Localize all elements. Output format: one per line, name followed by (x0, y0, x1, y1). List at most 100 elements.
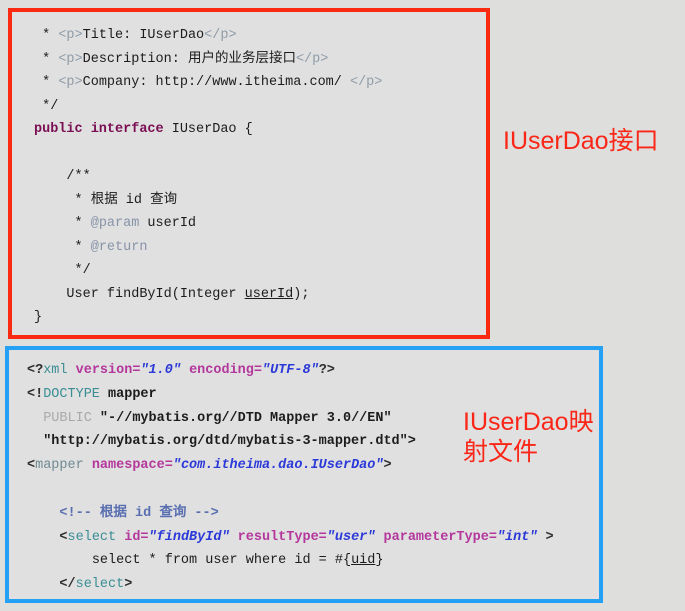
java-code-lines: * <p>Title: IUserDao</p> * <p>Descriptio… (12, 24, 486, 330)
code-token: * (34, 216, 91, 231)
code-token: "findById" (148, 529, 230, 545)
code-token: User findById(Integer (66, 286, 245, 302)
java-line-j1: * <p>Title: IUserDao</p> (12, 24, 486, 48)
code-token: PUBLIC (43, 410, 100, 426)
xml-code-lines: <?xml version="1.0" encoding="UTF-8"?> <!… (9, 359, 599, 603)
code-token: } (375, 553, 384, 569)
code-token: version= (75, 363, 141, 378)
code-token: </ (59, 577, 76, 593)
java-line-j6 (12, 142, 486, 166)
java-line-j4: */ (12, 95, 486, 119)
java-interface-code-block: * <p>Title: IUserDao</p> * <p>Descriptio… (8, 8, 490, 339)
code-token: </p> (204, 28, 237, 43)
java-line-j8: * 根据 id 查询 (12, 189, 486, 213)
clipped-text-remnant (96, 0, 106, 7)
code-token: <p> (58, 28, 83, 43)
code-token: * (34, 51, 59, 67)
java-line-j3: * <p>Company: http://www.itheima.com/ </… (12, 71, 486, 95)
xml-line-x2: <!DOCTYPE mapper (9, 383, 599, 407)
code-token: > (537, 529, 554, 545)
code-token: userId (139, 216, 197, 231)
code-token: Description: 用户的业务层接口 (82, 51, 296, 67)
code-token: * (34, 28, 59, 43)
code-token: < (59, 529, 68, 545)
code-token: select * from user where id = #{ (91, 553, 352, 569)
screenshot-canvas: * <p>Title: IUserDao</p> * <p>Descriptio… (0, 0, 685, 611)
xml-line-x9: select * from user where id = #{uid} (9, 549, 599, 573)
code-token: </p> (349, 75, 383, 90)
code-token: select (75, 577, 125, 593)
code-token: > (92, 601, 100, 603)
code-token: Company: http://www.itheima.com/ (82, 75, 350, 90)
code-token: * (34, 75, 59, 90)
code-token: "user" (326, 529, 376, 545)
code-token: */ (34, 263, 91, 278)
code-token: @return (90, 239, 148, 255)
code-token: userId (244, 286, 294, 302)
java-line-j10: * @return (12, 236, 486, 260)
xml-line-x7: <!-- 根据 id 查询 --> (9, 502, 599, 526)
java-line-j5: public interface IUserDao { (12, 118, 486, 142)
code-token: "-//mybatis.org//DTD Mapper 3.0//EN" (99, 410, 392, 426)
java-line-j13: } (12, 306, 486, 330)
code-token: "int" (496, 529, 538, 545)
code-token: */ (34, 98, 59, 114)
code-token: * (34, 239, 91, 255)
code-token: * 根据 id 查询 (34, 192, 178, 208)
code-token: Title: IUserDao (82, 28, 205, 43)
code-token: < (27, 458, 36, 474)
annotation-label-interface: IUserDao接口 (503, 127, 659, 155)
code-token: </ (27, 601, 43, 603)
code-token: namespace= (91, 458, 173, 474)
code-token: IUserDao { (163, 122, 253, 137)
xml-line-x10: </select> (9, 573, 599, 597)
code-token: encoding= (189, 363, 262, 378)
code-token: <? (27, 363, 44, 378)
java-line-j7: /** (12, 165, 486, 189)
code-token: <p> (58, 75, 83, 90)
xml-line-x6 (9, 478, 599, 502)
code-token: resultType= (237, 529, 327, 545)
java-line-j9: * @param userId (12, 212, 486, 236)
xml-line-x1: <?xml version="1.0" encoding="UTF-8"?> (9, 359, 599, 383)
code-token: mapper (35, 458, 84, 474)
code-token: > (383, 458, 392, 474)
code-token: <!-- 根据 id 查询 --> (59, 505, 219, 521)
code-token: mapper (99, 386, 157, 402)
code-token: "UTF-8" (261, 363, 319, 378)
java-line-j11: */ (12, 259, 486, 283)
java-line-j12: User findById(Integer userId); (12, 283, 486, 307)
code-token: id= (124, 529, 149, 545)
code-token: ); (293, 286, 310, 302)
code-token: </p> (295, 51, 329, 67)
code-token: xml (43, 363, 68, 378)
code-token: "http://mybatis.org/dtd/mybatis-3-mapper… (43, 434, 416, 450)
code-token: <! (27, 386, 44, 402)
code-token: /** (34, 169, 91, 184)
code-token: <p> (58, 51, 83, 67)
code-token: mapper (43, 601, 92, 603)
code-token: "1.0" (140, 363, 181, 378)
code-token: public interface (34, 122, 164, 137)
code-token: uid (351, 553, 376, 569)
code-token: "com.itheima.dao.IUserDao" (172, 458, 384, 474)
code-token: ?> (318, 363, 335, 378)
xml-line-x8: <select id="findById" resultType="user" … (9, 526, 599, 550)
xml-line-x11: </mapper> (9, 597, 599, 603)
java-line-j2: * <p>Description: 用户的业务层接口</p> (12, 48, 486, 72)
code-token: DOCTYPE (43, 386, 100, 402)
code-token: @param (90, 216, 140, 231)
xml-mapper-code-block: <?xml version="1.0" encoding="UTF-8"?> <!… (5, 346, 603, 603)
code-token: > (124, 577, 133, 593)
